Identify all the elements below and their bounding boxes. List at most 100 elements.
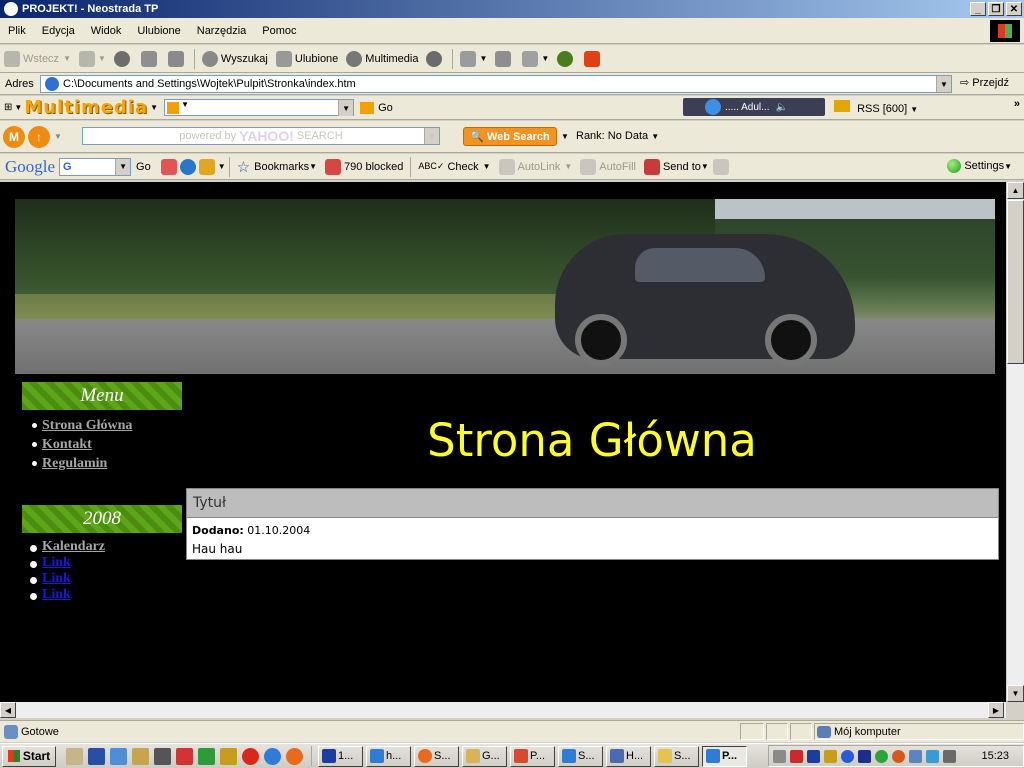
bluetooth-icon[interactable]	[841, 749, 854, 763]
toolbar-add-icon[interactable]: ⊞	[4, 102, 12, 113]
edit-button[interactable]: ▼	[518, 50, 553, 67]
scroll-right-button[interactable]: ▶	[988, 702, 1004, 718]
back-button[interactable]: Wstecz ▼	[0, 50, 75, 67]
multimedia-logo[interactable]: Multimedia	[24, 97, 148, 118]
taskbar-item[interactable]: H...	[606, 745, 651, 767]
volume-icon[interactable]	[773, 749, 786, 763]
chevron-down-icon[interactable]: ▼	[150, 103, 158, 112]
tp-icon[interactable]	[807, 749, 820, 763]
usb-icon[interactable]	[943, 749, 956, 763]
scroll-left-button[interactable]: ◀	[0, 702, 16, 718]
google-logo[interactable]: Google	[5, 157, 55, 177]
link-home[interactable]: Strona Główna	[42, 418, 132, 433]
menu-favorites[interactable]: Ulubione	[129, 25, 188, 37]
yahoo-search-dropdown[interactable]: ▼	[424, 128, 439, 144]
link-rules[interactable]: Regulamin	[42, 456, 107, 471]
vertical-scrollbar[interactable]: ▲ ▼	[1006, 182, 1024, 702]
autofill-button[interactable]: AutoFill	[576, 158, 640, 175]
taskbar-item[interactable]: h...	[366, 745, 411, 767]
quicklaunch-opera-icon[interactable]	[242, 747, 259, 765]
quicklaunch-word-icon[interactable]	[88, 747, 105, 765]
menu-help[interactable]: Pomoc	[254, 25, 304, 37]
link-generic[interactable]: Link	[42, 587, 71, 602]
restore-button[interactable]: ❐	[988, 2, 1004, 16]
menu-tools[interactable]: Narzędzia	[189, 25, 255, 37]
horizontal-scrollbar[interactable]: ◀ ▶	[0, 702, 1006, 718]
clock[interactable]: 15:23	[981, 750, 1009, 762]
menu-file[interactable]: Plik	[0, 25, 34, 37]
media-player[interactable]: ..... Adul... 🔈	[683, 98, 825, 116]
stop-button[interactable]	[110, 50, 137, 67]
taskbar-item[interactable]: G...	[462, 745, 507, 767]
address-dropdown-button[interactable]: ▼	[936, 76, 951, 92]
address-input[interactable]: C:\Documents and Settings\Wojtek\Pulpit\…	[40, 75, 952, 93]
quicklaunch-chart-icon[interactable]	[198, 747, 215, 765]
network-icon[interactable]	[926, 749, 939, 763]
gear-icon[interactable]	[892, 749, 905, 763]
taskbar-item[interactable]: S...	[414, 745, 459, 767]
quicklaunch-app-icon[interactable]	[154, 747, 171, 765]
volume-icon[interactable]: 🔈	[775, 102, 787, 113]
chevron-down-icon[interactable]: ▼	[218, 162, 226, 171]
rss-button[interactable]: RSS [600] ▼	[834, 100, 918, 115]
google-settings-button[interactable]: Settings ▼	[947, 159, 1012, 173]
winamp-icon[interactable]	[824, 749, 837, 763]
taskbar-item-active[interactable]: P...	[702, 745, 747, 767]
autolink-button[interactable]: AutoLink ▼	[495, 158, 577, 175]
media-button[interactable]: Multimedia	[342, 50, 422, 67]
menu-edit[interactable]: Edycja	[34, 25, 83, 37]
link-contact[interactable]: Kontakt	[42, 437, 92, 452]
web-search-button[interactable]: 🔍 Web Search	[463, 127, 557, 146]
download-button[interactable]	[580, 50, 607, 67]
multimedia-go-button[interactable]: Go	[378, 102, 393, 114]
ati-icon[interactable]	[790, 749, 803, 763]
popup-blocker-button[interactable]: 790 blocked	[321, 158, 407, 175]
start-button[interactable]: Start	[2, 745, 56, 767]
window-titlebar[interactable]: PROJEKT! - Neostrada TP _ ❐ ✕	[0, 0, 1024, 18]
google-search-dropdown[interactable]: ▼	[115, 158, 131, 175]
home-button[interactable]	[164, 50, 191, 67]
yahoo-up-icon[interactable]: ↑	[28, 125, 50, 148]
mail-button[interactable]: ▼	[456, 50, 491, 67]
quicklaunch-app-icon[interactable]	[110, 747, 127, 765]
taskbar-item[interactable]: S...	[558, 745, 603, 767]
mail-icon[interactable]	[360, 101, 375, 114]
refresh-button[interactable]	[137, 50, 164, 67]
chevron-down-icon[interactable]: ▼	[54, 132, 62, 141]
chevron-down-icon[interactable]: ▼	[14, 103, 22, 112]
security-zone[interactable]: Mój komputer	[814, 723, 1024, 740]
chevron-down-icon[interactable]: ▼	[561, 132, 569, 141]
quicklaunch-ie-icon[interactable]	[264, 747, 281, 765]
close-button[interactable]: ✕	[1006, 2, 1022, 16]
google-go-button[interactable]: Go	[136, 161, 151, 173]
forward-button[interactable]: ▼	[75, 50, 110, 67]
puzzle-icon[interactable]	[198, 158, 215, 175]
toolbar-overflow-icon[interactable]: »	[1014, 98, 1020, 110]
print-button[interactable]	[491, 50, 518, 67]
multimedia-search-dropdown[interactable]: ▼	[338, 100, 354, 116]
taskbar-item[interactable]: P...	[510, 745, 555, 767]
rank-button[interactable]: Rank: No Data ▼	[576, 130, 659, 142]
play-button-icon[interactable]	[705, 99, 721, 115]
link-calendar[interactable]: Kalendarz	[42, 539, 105, 554]
multimedia-search-input[interactable]: ▼ ▼	[164, 99, 355, 116]
go-button[interactable]: ⇨ Przejdź	[960, 76, 1009, 89]
network-icon[interactable]	[909, 749, 922, 763]
quicklaunch-desktop-icon[interactable]	[66, 747, 83, 765]
pl-icon[interactable]	[858, 749, 871, 763]
quicklaunch-firefox-icon[interactable]	[286, 747, 303, 765]
bookmarks-button[interactable]: ☆ Bookmarks ▼	[233, 158, 321, 176]
quicklaunch-search-icon[interactable]	[132, 747, 149, 765]
link-generic[interactable]: Link	[42, 555, 71, 570]
messenger-button[interactable]	[553, 50, 580, 67]
taskbar-item[interactable]: 1...	[318, 745, 363, 767]
globe-icon[interactable]	[179, 158, 196, 175]
quicklaunch-pdf-icon[interactable]	[176, 747, 193, 765]
scroll-down-button[interactable]: ▼	[1007, 685, 1024, 702]
link-generic[interactable]: Link	[42, 571, 71, 586]
yahoo-search-input[interactable]: powered by YAHOO! SEARCH ▼	[82, 127, 440, 145]
quicklaunch-winamp-icon[interactable]	[220, 747, 237, 765]
history-button[interactable]	[422, 50, 449, 67]
spellcheck-button[interactable]: ABC✓ Check ▼	[414, 161, 494, 173]
highlighter-icon[interactable]	[712, 158, 729, 175]
